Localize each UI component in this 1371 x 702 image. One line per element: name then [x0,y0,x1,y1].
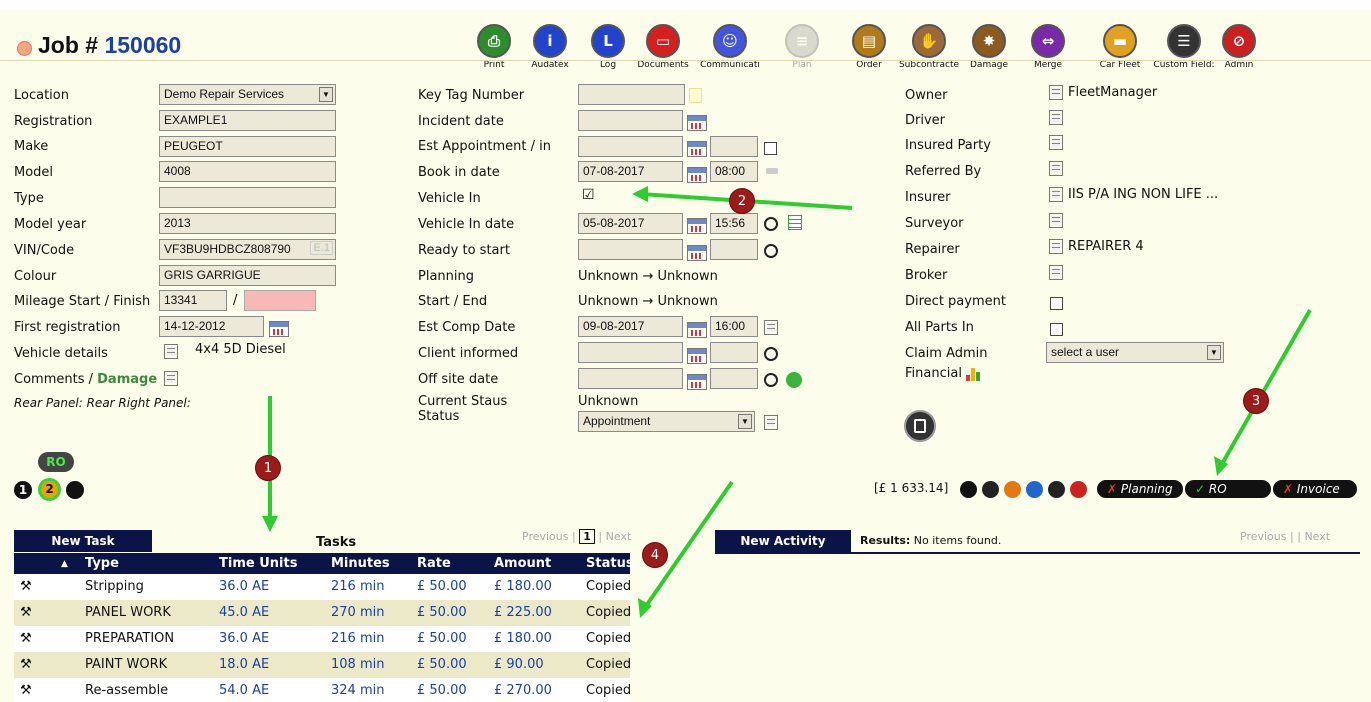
callout-badge-3: 3 [1243,388,1269,414]
callout-badge-4: 4 [642,542,668,568]
callout-badge-2: 2 [729,188,755,214]
callout-badge-1: 1 [255,455,281,481]
job-page: Job # 150060 ⎙ Print i Audatex L Log ▭ Document… [0,10,1371,702]
annotation-arrows [262,186,1312,618]
